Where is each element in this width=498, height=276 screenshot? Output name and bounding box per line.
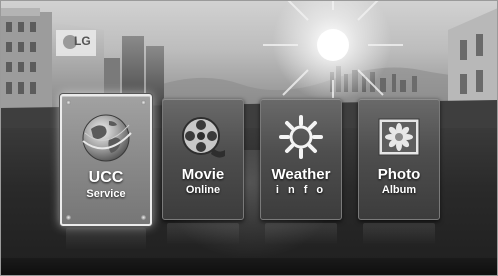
tile-title: Weather — [271, 166, 331, 183]
tv-menu-screen: LG UCC Service Movie Online Weather i n … — [0, 0, 498, 276]
globe-icon — [62, 108, 150, 168]
menu-tile-movie-online[interactable]: Movie Online — [162, 98, 244, 245]
menu-tile-ucc-service[interactable]: UCC Service — [60, 94, 152, 250]
tile-reflection — [363, 223, 435, 245]
tile-title: Movie — [181, 166, 225, 183]
lg-billboard-logo: LG — [74, 34, 91, 48]
tile-subtitle: i n f o — [275, 184, 327, 196]
tile-subtitle: Online — [185, 184, 221, 196]
tile-reflection — [66, 228, 146, 250]
tile-subtitle: Service — [86, 188, 126, 200]
screw-decoration — [66, 215, 71, 220]
tile-title: Photo — [377, 166, 421, 183]
menu-tile-photo-album[interactable]: Photo Album — [358, 98, 440, 245]
screw-decoration — [66, 100, 71, 105]
tile-reflection — [167, 223, 239, 245]
tile-reflection — [265, 223, 337, 245]
sun-icon — [261, 109, 341, 165]
film-reel-icon — [163, 109, 243, 165]
tile-title: UCC — [88, 169, 124, 186]
bottom-bar — [0, 258, 498, 276]
flower-photo-icon — [359, 109, 439, 165]
screw-decoration — [141, 100, 146, 105]
menu-tile-weather-info[interactable]: Weather i n f o — [260, 98, 342, 245]
tile-subtitle: Album — [381, 184, 417, 196]
screw-decoration — [141, 215, 146, 220]
